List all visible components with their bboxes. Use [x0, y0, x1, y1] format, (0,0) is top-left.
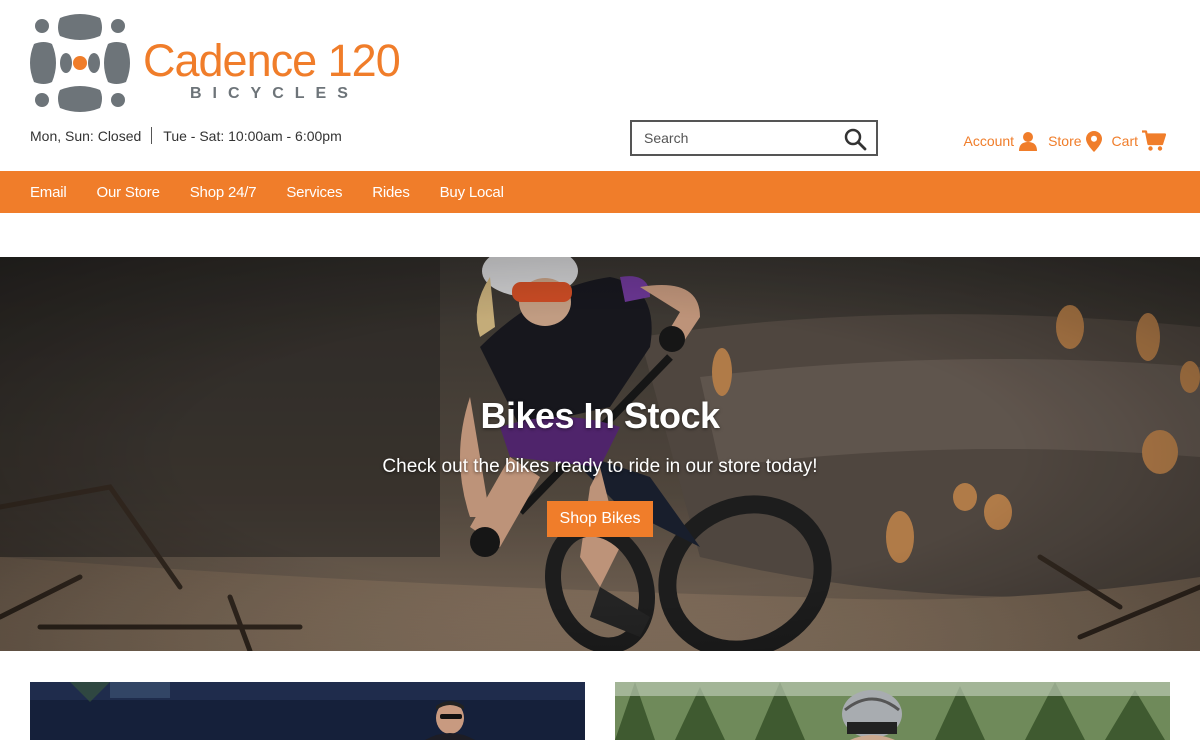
hours-closed: Mon, Sun: Closed	[30, 127, 142, 144]
main-nav: Email Our Store Shop 24/7 Services Rides…	[0, 171, 1200, 213]
hero-title: Bikes In Stock	[480, 395, 720, 436]
logo-mark-icon	[30, 14, 130, 112]
search-icon[interactable]	[843, 127, 867, 151]
store-link[interactable]: Store	[1048, 130, 1102, 152]
promo-tile-right[interactable]	[615, 682, 1170, 740]
cart-label: Cart	[1111, 133, 1138, 149]
store-label: Store	[1048, 133, 1082, 149]
hours-divider	[151, 127, 153, 144]
nav-item-our-store[interactable]: Our Store	[97, 184, 160, 201]
nav-item-buy-local[interactable]: Buy Local	[440, 184, 504, 201]
account-label: Account	[963, 133, 1015, 149]
brand-subtitle: BICYCLES	[190, 85, 359, 102]
nav-item-services[interactable]: Services	[286, 184, 342, 201]
store-hours: Mon, Sun: Closed Tue - Sat: 10:00am - 6:…	[30, 127, 342, 144]
promo-image-right	[615, 682, 1170, 740]
hours-open: Tue - Sat: 10:00am - 6:00pm	[163, 127, 342, 144]
nav-item-rides[interactable]: Rides	[372, 184, 410, 201]
hero-image	[0, 257, 1200, 651]
promo-image-left	[30, 682, 585, 740]
promo-tile-left[interactable]	[30, 682, 585, 740]
utility-links: Account Store Cart	[963, 130, 1166, 152]
brand-name: Cadence 120	[143, 35, 401, 86]
cart-icon	[1142, 130, 1166, 151]
hero-subtitle: Check out the bikes ready to ride in our…	[382, 456, 818, 477]
map-pin-icon	[1085, 130, 1102, 152]
search-input[interactable]	[632, 122, 832, 154]
shop-bikes-button[interactable]: Shop Bikes	[547, 501, 653, 537]
cart-link[interactable]: Cart	[1112, 130, 1166, 152]
account-link[interactable]: Account	[963, 131, 1038, 151]
site-header: Cadence 120 BICYCLES Mon, Sun: Closed Tu…	[0, 0, 1200, 171]
nav-item-shop-24-7[interactable]: Shop 24/7	[190, 184, 257, 201]
nav-item-email[interactable]: Email	[30, 184, 67, 201]
site-logo[interactable]: Cadence 120 BICYCLES	[30, 14, 402, 112]
user-icon	[1019, 132, 1038, 151]
hero-banner	[0, 257, 1200, 651]
search-box	[630, 120, 878, 156]
